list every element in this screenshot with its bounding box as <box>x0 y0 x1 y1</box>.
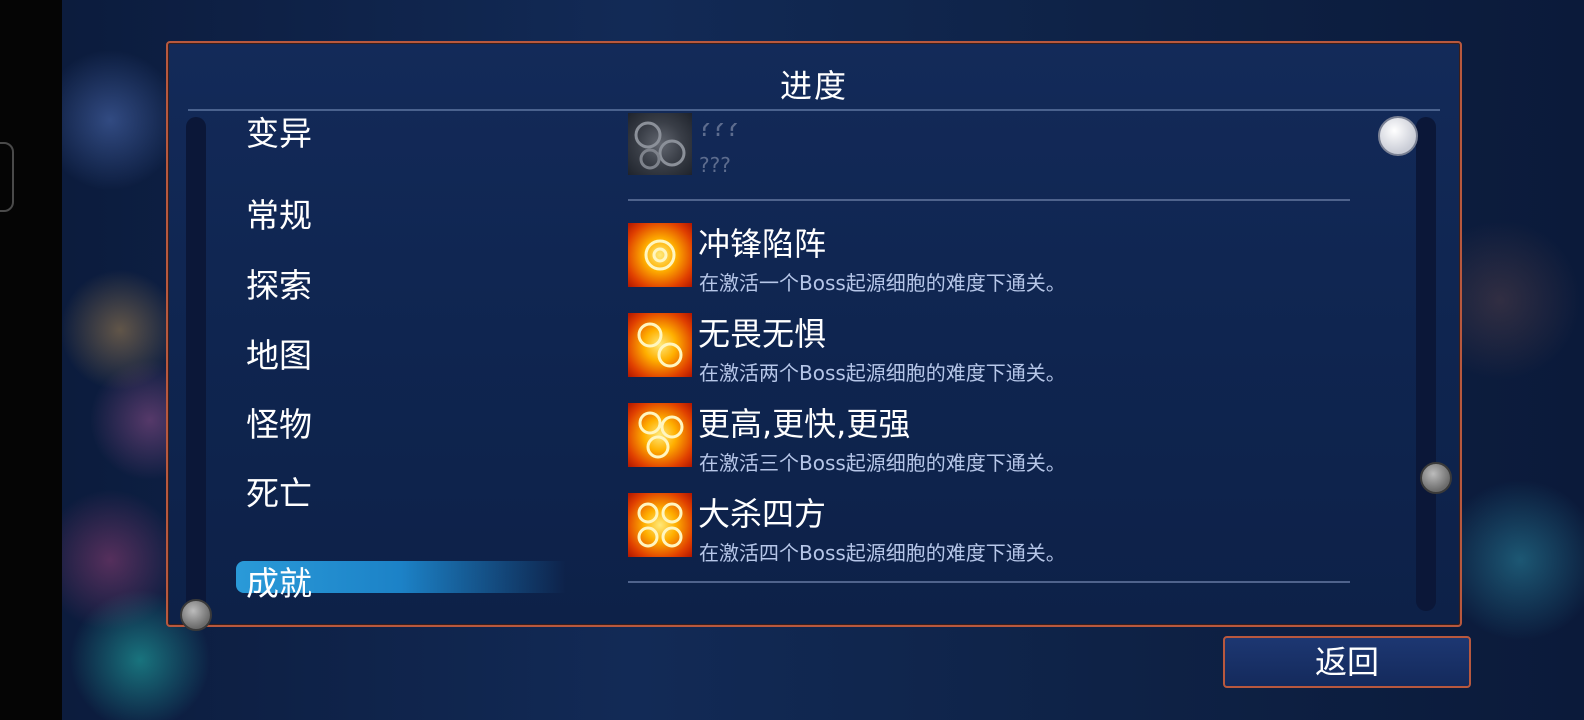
achievement-description: ??? <box>699 153 731 177</box>
achievement-title: 冲锋陷阵 <box>698 225 827 263</box>
boss-cell-icon <box>628 403 692 467</box>
achievement-description: 在激活一个Boss起源细胞的难度下通关。 <box>699 271 1066 295</box>
nav-item-mutations[interactable]: 变异 <box>246 115 312 155</box>
boss-cell-icon <box>628 493 692 557</box>
achievement-description: 在激活三个Boss起源细胞的难度下通关。 <box>699 451 1066 475</box>
nav-item-map[interactable]: 地图 <box>246 329 312 377</box>
achievement-title: ??? <box>698 113 740 143</box>
title-divider <box>188 109 1440 111</box>
achievement-title: 无畏无惧 <box>698 315 827 353</box>
scroll-indicator-dot <box>1378 116 1418 156</box>
boss-cell-icon <box>628 313 692 377</box>
nav-item-deaths[interactable]: 死亡 <box>246 467 312 515</box>
edge-handle <box>0 142 14 212</box>
nav-scroll-thumb[interactable] <box>180 599 212 631</box>
screen-edge-bar <box>0 0 62 720</box>
nav-item-exploration[interactable]: 探索 <box>246 259 312 307</box>
row-divider <box>628 581 1350 583</box>
progress-panel: 进度 变异 常规 探索 地图 怪物 死亡 成就 ??? ??? 冲锋陷阵 在激活… <box>166 41 1462 631</box>
achievement-description: 在激活四个Boss起源细胞的难度下通关。 <box>699 541 1066 565</box>
panel-title: 进度 <box>779 67 848 105</box>
nav-item-monsters[interactable]: 怪物 <box>246 398 312 446</box>
content-scroll-thumb[interactable] <box>1420 462 1452 494</box>
achievement-description: 在激活两个Boss起源细胞的难度下通关。 <box>699 361 1066 385</box>
boss-cell-icon <box>628 223 692 287</box>
achievement-title: 大杀四方 <box>698 495 827 533</box>
nav-item-general[interactable]: 常规 <box>246 189 312 237</box>
nav-item-achievements[interactable]: 成就 <box>246 557 312 605</box>
achievement-title: 更高,更快,更强 <box>698 405 911 443</box>
back-button[interactable]: 返回 <box>1223 636 1471 688</box>
row-divider <box>628 199 1350 201</box>
content-scroll-track[interactable] <box>1416 117 1436 611</box>
nav-scroll-track[interactable] <box>186 117 206 611</box>
boss-cell-icon-locked <box>628 113 692 175</box>
